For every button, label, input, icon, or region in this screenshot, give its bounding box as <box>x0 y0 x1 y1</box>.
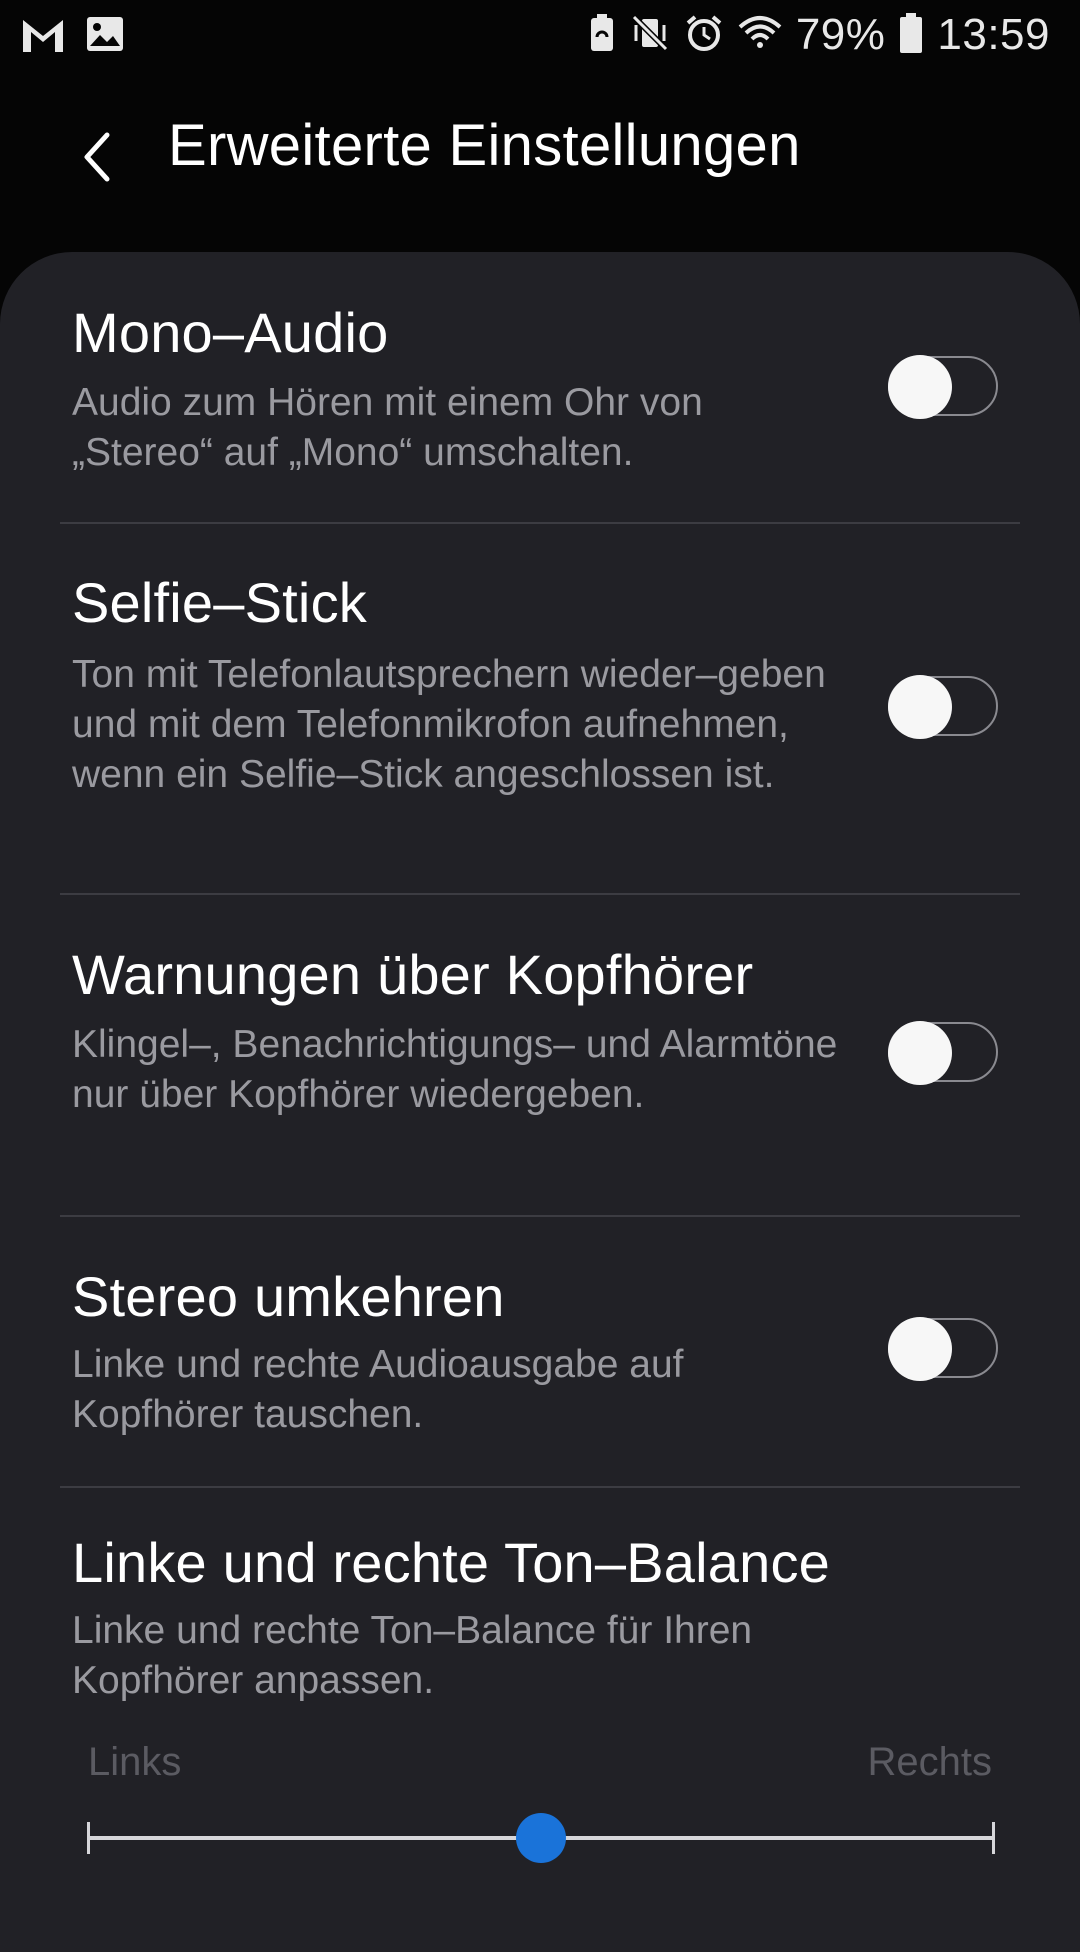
wifi-icon <box>738 13 782 58</box>
setting-title: Mono–Audio <box>72 301 389 364</box>
vibrate-mute-icon <box>630 13 670 58</box>
setting-description: Linke und rechte Audioausgabe auf Kopfhö… <box>72 1343 684 1436</box>
slider-right-label: Rechts <box>867 1740 993 1784</box>
setting-description: Linke und rechte Ton–Balance für Ihren K… <box>72 1609 753 1702</box>
switch-knob <box>888 675 952 739</box>
headphone-alerts-switch[interactable] <box>888 1021 998 1085</box>
gallery-icon <box>86 16 124 57</box>
switch-knob <box>888 355 952 419</box>
setting-title: Stereo umkehren <box>72 1265 505 1328</box>
gmail-icon <box>20 14 66 59</box>
battery-percent: 79% <box>795 10 886 59</box>
status-right-icons: 79% 13:59 <box>588 10 1050 60</box>
status-left-icons <box>20 14 124 59</box>
battery-saver-icon <box>588 13 616 58</box>
mono-audio-switch[interactable] <box>888 355 998 419</box>
alarm-icon <box>684 13 724 58</box>
reverse-stereo-switch[interactable] <box>888 1317 998 1381</box>
divider <box>60 1486 1020 1488</box>
switch-knob <box>888 1317 952 1381</box>
balance-slider-thumb[interactable] <box>516 1813 566 1863</box>
selfie-stick-switch[interactable] <box>888 675 998 739</box>
chevron-left-icon <box>77 129 117 190</box>
clock: 13:59 <box>937 10 1050 59</box>
app-header: Erweiterte Einstellungen <box>0 76 1080 252</box>
status-bar: 79% 13:59 <box>0 0 1080 76</box>
back-button[interactable] <box>62 124 132 194</box>
setting-description: Klingel–, Benachrichtigungs– und Alarmtö… <box>72 1023 838 1116</box>
setting-title: Warnungen über Kopfhörer <box>72 943 754 1006</box>
switch-knob <box>888 1021 952 1085</box>
divider <box>60 1215 1020 1217</box>
divider <box>60 522 1020 524</box>
setting-title: Linke und rechte Ton–Balance <box>72 1531 831 1594</box>
slider-tick-right <box>992 1822 995 1854</box>
setting-description: Audio zum Hören mit einem Ohr von „Stere… <box>72 381 703 474</box>
page-title: Erweiterte Einstellungen <box>168 113 801 178</box>
setting-title: Selfie–Stick <box>72 571 367 634</box>
slider-left-label: Links <box>88 1740 182 1784</box>
divider <box>60 893 1020 895</box>
setting-description: Ton mit Telefonlautsprechern wieder–gebe… <box>72 653 826 796</box>
battery-icon <box>899 12 923 59</box>
slider-tick-left <box>87 1822 90 1854</box>
